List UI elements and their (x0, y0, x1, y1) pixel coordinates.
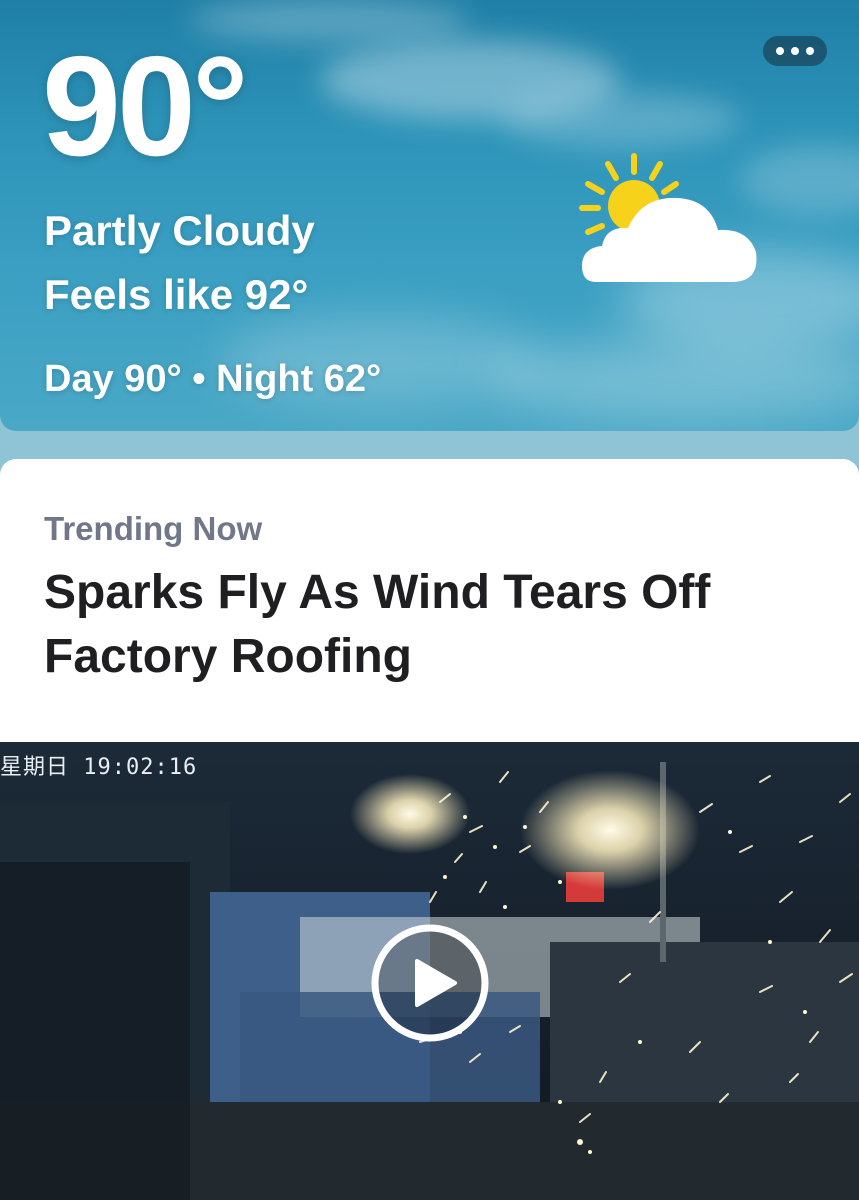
feels-like-text: Feels like 92° (44, 271, 309, 318)
light-glow (350, 774, 470, 854)
cloud-wisp (490, 340, 859, 420)
play-button[interactable] (370, 923, 490, 1043)
current-temperature: 90° (42, 27, 249, 186)
more-icon (776, 47, 784, 55)
trending-card[interactable]: Trending Now Sparks Fly As Wind Tears Of… (0, 459, 859, 1200)
condition-text: Partly Cloudy (44, 207, 315, 254)
day-night-temperatures: Day 90° • Night 62° (44, 358, 382, 400)
more-icon (791, 47, 799, 55)
trending-label: Trending Now (44, 510, 263, 547)
partly-cloudy-icon (579, 153, 757, 282)
video-player[interactable]: 星期日 19:02:16 (0, 742, 859, 1200)
tree-shadow (0, 862, 190, 1200)
weather-card[interactable]: 90° Partly Cloudy Feels like 92° Day 90°… (0, 0, 859, 431)
more-icon (806, 47, 814, 55)
light-glow (520, 770, 700, 890)
video-timestamp: 星期日 19:02:16 (0, 755, 198, 780)
cloud-icon (582, 197, 757, 282)
more-options-button[interactable] (763, 36, 827, 66)
cloud-wisp (500, 92, 740, 148)
article-headline[interactable]: Sparks Fly As Wind Tears Off Factory Roo… (44, 561, 824, 689)
